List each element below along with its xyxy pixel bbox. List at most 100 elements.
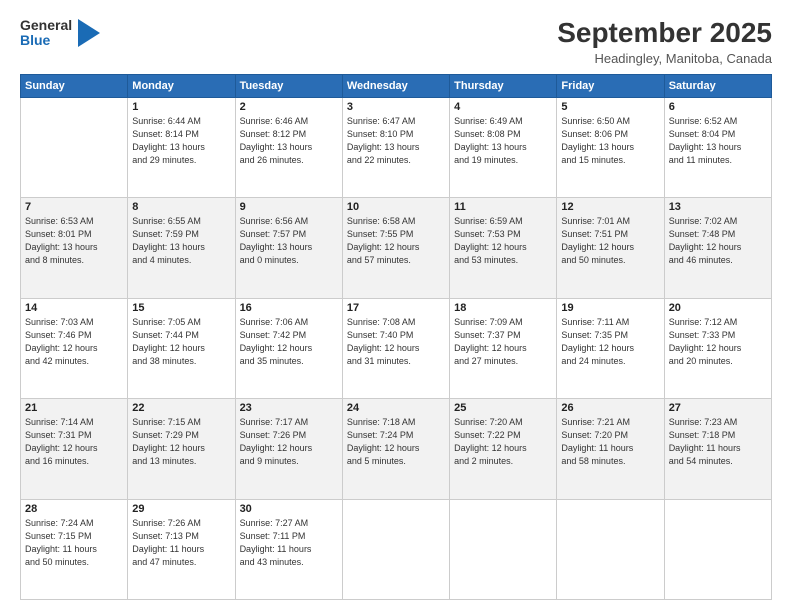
day-info: Sunrise: 7:11 AM Sunset: 7:35 PM Dayligh… [561, 316, 659, 368]
day-number: 9 [240, 201, 338, 213]
calendar-cell: 23 Sunrise: 7:17 AM Sunset: 7:26 PM Dayli… [235, 399, 342, 499]
calendar-cell: 8Sunrise: 6:55 AM Sunset: 7:59 PM Daylig… [128, 198, 235, 298]
day-number: 22 [132, 402, 230, 414]
day-header-friday: Friday [557, 74, 664, 97]
calendar-cell: 15 Sunrise: 7:05 AM Sunset: 7:44 PM Dayli… [128, 298, 235, 398]
day-info: Sunrise: 7:23 AM Sunset: 7:18 PM Dayligh… [669, 416, 767, 468]
day-number: 23 [240, 402, 338, 414]
day-header-wednesday: Wednesday [342, 74, 449, 97]
day-info: Sunrise: 6:46 AM Sunset: 8:12 PM Dayligh… [240, 115, 338, 167]
calendar-cell [450, 499, 557, 599]
title-block: September 2025 Headingley, Manitoba, Can… [557, 18, 772, 66]
calendar-cell [557, 499, 664, 599]
week-row-1: 1Sunrise: 6:44 AM Sunset: 8:14 PM Daylig… [21, 97, 772, 197]
day-number: 15 [132, 302, 230, 314]
logo: General Blue [20, 18, 100, 49]
calendar-cell: 25Sunrise: 7:20 AM Sunset: 7:22 PM Dayli… [450, 399, 557, 499]
day-info: Sunrise: 6:56 AM Sunset: 7:57 PM Dayligh… [240, 215, 338, 267]
calendar-cell: 7Sunrise: 6:53 AM Sunset: 8:01 PM Daylig… [21, 198, 128, 298]
day-info: Sunrise: 7:26 AM Sunset: 7:13 PM Dayligh… [132, 517, 230, 569]
day-number: 13 [669, 201, 767, 213]
calendar-cell [664, 499, 771, 599]
calendar-cell: 11 Sunrise: 6:59 AM Sunset: 7:53 PM Dayli… [450, 198, 557, 298]
calendar-cell: 4Sunrise: 6:49 AM Sunset: 8:08 PM Daylig… [450, 97, 557, 197]
week-row-3: 14 Sunrise: 7:03 AM Sunset: 7:46 PM Dayli… [21, 298, 772, 398]
week-row-5: 28 Sunrise: 7:24 AM Sunset: 7:15 PM Dayli… [21, 499, 772, 599]
day-number: 1 [132, 101, 230, 113]
day-number: 28 [25, 503, 123, 515]
day-header-tuesday: Tuesday [235, 74, 342, 97]
location-title: Headingley, Manitoba, Canada [557, 51, 772, 66]
day-header-monday: Monday [128, 74, 235, 97]
day-info: Sunrise: 7:15 AM Sunset: 7:29 PM Dayligh… [132, 416, 230, 468]
logo-text: General Blue [20, 18, 72, 49]
day-number: 21 [25, 402, 123, 414]
calendar-cell: 30Sunrise: 7:27 AM Sunset: 7:11 PM Dayli… [235, 499, 342, 599]
calendar-cell: 16 Sunrise: 7:06 AM Sunset: 7:42 PM Dayli… [235, 298, 342, 398]
page: General Blue September 2025 Headingley, … [0, 0, 792, 612]
day-info: Sunrise: 7:08 AM Sunset: 7:40 PM Dayligh… [347, 316, 445, 368]
day-info: Sunrise: 7:05 AM Sunset: 7:44 PM Dayligh… [132, 316, 230, 368]
day-info: Sunrise: 6:52 AM Sunset: 8:04 PM Dayligh… [669, 115, 767, 167]
day-info: Sunrise: 6:49 AM Sunset: 8:08 PM Dayligh… [454, 115, 552, 167]
day-info: Sunrise: 7:06 AM Sunset: 7:42 PM Dayligh… [240, 316, 338, 368]
day-number: 6 [669, 101, 767, 113]
calendar-cell: 24 Sunrise: 7:18 AM Sunset: 7:24 PM Dayli… [342, 399, 449, 499]
day-info: Sunrise: 7:02 AM Sunset: 7:48 PM Dayligh… [669, 215, 767, 267]
logo-blue: Blue [20, 33, 72, 48]
days-header-row: SundayMondayTuesdayWednesdayThursdayFrid… [21, 74, 772, 97]
calendar-cell [342, 499, 449, 599]
day-info: Sunrise: 6:59 AM Sunset: 7:53 PM Dayligh… [454, 215, 552, 267]
day-number: 24 [347, 402, 445, 414]
calendar-cell: 14 Sunrise: 7:03 AM Sunset: 7:46 PM Dayli… [21, 298, 128, 398]
day-number: 25 [454, 402, 552, 414]
day-info: Sunrise: 7:14 AM Sunset: 7:31 PM Dayligh… [25, 416, 123, 468]
day-info: Sunrise: 7:09 AM Sunset: 7:37 PM Dayligh… [454, 316, 552, 368]
day-info: Sunrise: 6:47 AM Sunset: 8:10 PM Dayligh… [347, 115, 445, 167]
calendar-cell: 22 Sunrise: 7:15 AM Sunset: 7:29 PM Dayli… [128, 399, 235, 499]
day-number: 17 [347, 302, 445, 314]
day-number: 20 [669, 302, 767, 314]
calendar-cell: 1Sunrise: 6:44 AM Sunset: 8:14 PM Daylig… [128, 97, 235, 197]
calendar-cell: 21 Sunrise: 7:14 AM Sunset: 7:31 PM Dayli… [21, 399, 128, 499]
day-number: 18 [454, 302, 552, 314]
day-info: Sunrise: 6:58 AM Sunset: 7:55 PM Dayligh… [347, 215, 445, 267]
calendar-cell: 10Sunrise: 6:58 AM Sunset: 7:55 PM Dayli… [342, 198, 449, 298]
day-number: 5 [561, 101, 659, 113]
calendar-cell: 6 Sunrise: 6:52 AM Sunset: 8:04 PM Daylig… [664, 97, 771, 197]
week-row-4: 21 Sunrise: 7:14 AM Sunset: 7:31 PM Dayli… [21, 399, 772, 499]
day-number: 2 [240, 101, 338, 113]
day-number: 3 [347, 101, 445, 113]
calendar-cell: 28 Sunrise: 7:24 AM Sunset: 7:15 PM Dayli… [21, 499, 128, 599]
calendar-cell: 27 Sunrise: 7:23 AM Sunset: 7:18 PM Dayli… [664, 399, 771, 499]
day-number: 27 [669, 402, 767, 414]
logo-arrow-icon [78, 19, 100, 47]
calendar-table: SundayMondayTuesdayWednesdayThursdayFrid… [20, 74, 772, 600]
day-info: Sunrise: 7:03 AM Sunset: 7:46 PM Dayligh… [25, 316, 123, 368]
day-number: 29 [132, 503, 230, 515]
day-info: Sunrise: 7:27 AM Sunset: 7:11 PM Dayligh… [240, 517, 338, 569]
week-row-2: 7Sunrise: 6:53 AM Sunset: 8:01 PM Daylig… [21, 198, 772, 298]
day-number: 11 [454, 201, 552, 213]
day-info: Sunrise: 6:50 AM Sunset: 8:06 PM Dayligh… [561, 115, 659, 167]
day-number: 19 [561, 302, 659, 314]
day-number: 16 [240, 302, 338, 314]
day-info: Sunrise: 7:24 AM Sunset: 7:15 PM Dayligh… [25, 517, 123, 569]
day-number: 26 [561, 402, 659, 414]
day-info: Sunrise: 7:18 AM Sunset: 7:24 PM Dayligh… [347, 416, 445, 468]
calendar-cell: 9 Sunrise: 6:56 AM Sunset: 7:57 PM Daylig… [235, 198, 342, 298]
logo-general: General [20, 18, 72, 33]
day-number: 12 [561, 201, 659, 213]
calendar-cell: 18 Sunrise: 7:09 AM Sunset: 7:37 PM Dayli… [450, 298, 557, 398]
day-info: Sunrise: 7:12 AM Sunset: 7:33 PM Dayligh… [669, 316, 767, 368]
calendar-cell: 3 Sunrise: 6:47 AM Sunset: 8:10 PM Daylig… [342, 97, 449, 197]
calendar-cell: 26Sunrise: 7:21 AM Sunset: 7:20 PM Dayli… [557, 399, 664, 499]
day-number: 14 [25, 302, 123, 314]
month-title: September 2025 [557, 18, 772, 49]
day-header-saturday: Saturday [664, 74, 771, 97]
calendar-cell: 17 Sunrise: 7:08 AM Sunset: 7:40 PM Dayli… [342, 298, 449, 398]
calendar-cell [21, 97, 128, 197]
header: General Blue September 2025 Headingley, … [20, 18, 772, 66]
day-info: Sunrise: 7:17 AM Sunset: 7:26 PM Dayligh… [240, 416, 338, 468]
calendar-cell: 29 Sunrise: 7:26 AM Sunset: 7:13 PM Dayli… [128, 499, 235, 599]
